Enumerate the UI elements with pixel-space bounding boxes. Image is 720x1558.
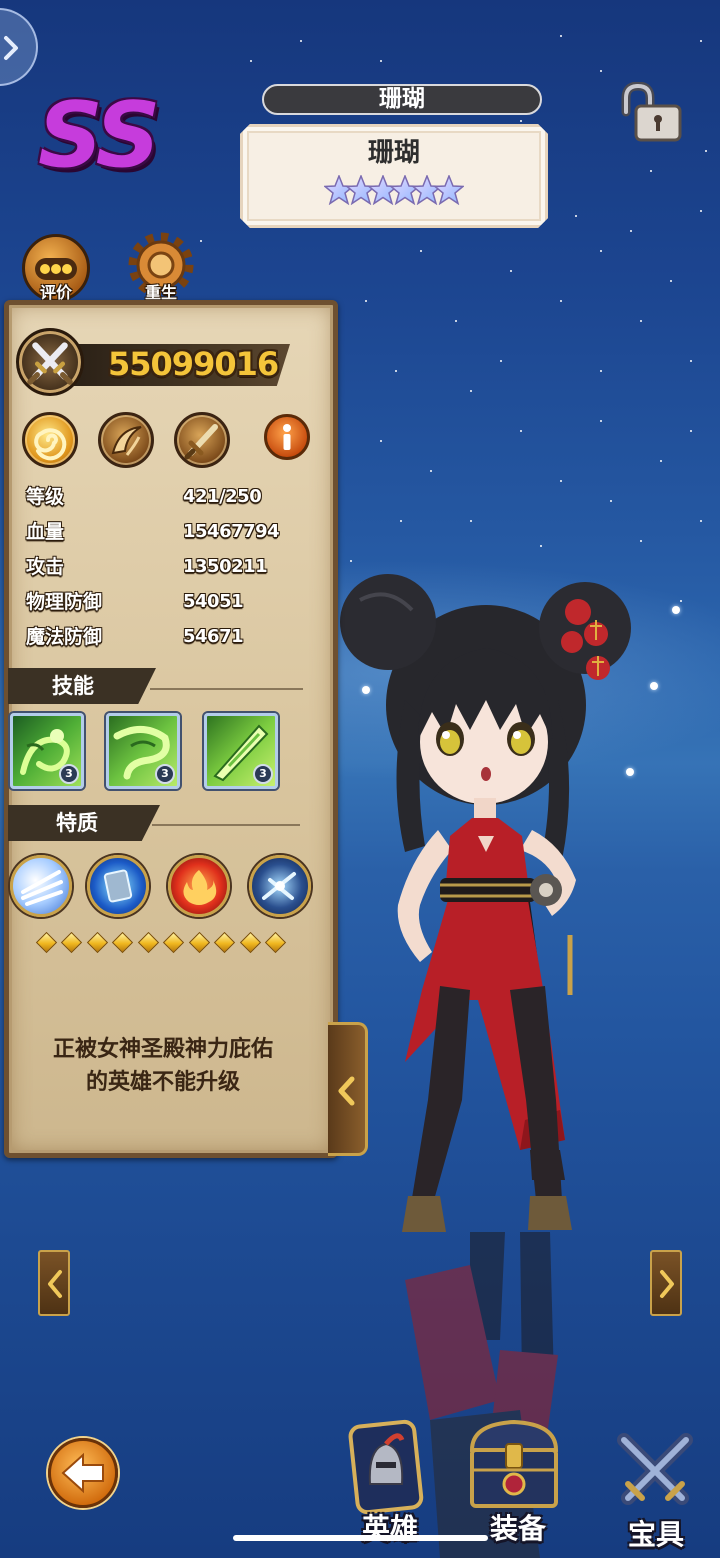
- unlocked-padlock-icon[interactable]: [620, 82, 684, 142]
- sword-icon: [184, 424, 218, 460]
- hero-name-banner: 珊瑚: [262, 84, 542, 115]
- fire-burst-icon: [183, 870, 217, 905]
- crossed-swords-icon: [27, 342, 73, 385]
- nav-equipment[interactable]: [458, 1410, 570, 1518]
- wind-slash-icon: [21, 870, 63, 906]
- divider: [152, 824, 300, 826]
- nav-treasure-label[interactable]: 宝具: [624, 1518, 688, 1552]
- stat-value: 1350211: [183, 556, 268, 577]
- chevron-right-icon: [660, 1270, 674, 1298]
- skill-level-badge: 3: [253, 764, 273, 784]
- crossed-blades-icon: [617, 1433, 693, 1505]
- rank-diamond-icon: [61, 931, 83, 953]
- skills-title: 技能: [52, 674, 94, 698]
- collapse-panel-tab[interactable]: [328, 1022, 368, 1156]
- rank-diamond-icon: [137, 931, 159, 953]
- stat-label: 物理防御: [26, 591, 103, 613]
- stat-label: 等级: [26, 486, 65, 508]
- hero-card-name: 珊瑚: [367, 138, 420, 168]
- stone-tablet-icon: [103, 869, 133, 903]
- rank-diamond-icon: [35, 931, 58, 953]
- class-attribute-button[interactable]: [98, 412, 154, 468]
- rank-diamond-icon: [188, 931, 210, 953]
- chevron-left-icon: [48, 1270, 62, 1298]
- hero-grade: SS: [38, 83, 160, 188]
- nav-treasure[interactable]: [610, 1428, 700, 1518]
- trait-slot-4[interactable]: [249, 855, 311, 917]
- expand-button[interactable]: [0, 8, 38, 86]
- rank-diamond-icon: [213, 931, 236, 953]
- divider: [150, 688, 303, 690]
- skill-level-badge: 3: [155, 764, 175, 784]
- chevron-left-icon: [338, 1076, 355, 1106]
- rank-diamond-icon: [264, 931, 287, 953]
- previous-hero-button[interactable]: [38, 1250, 70, 1316]
- back-button[interactable]: [48, 1438, 118, 1508]
- more-dots-icon: [35, 258, 77, 280]
- rank-diamond-icon: [163, 931, 185, 953]
- home-indicator: [233, 1535, 488, 1541]
- treasure-chest-icon: [469, 1419, 559, 1508]
- traits-title: 特质: [56, 811, 98, 835]
- stat-label: 血量: [26, 521, 65, 543]
- stat-value: 54051: [183, 591, 244, 612]
- skill-slot-1[interactable]: 3: [10, 713, 84, 789]
- nav-hero[interactable]: [346, 1418, 426, 1518]
- info-button[interactable]: [264, 414, 310, 460]
- trait-slot-2[interactable]: [87, 855, 149, 917]
- hero-helmet-icon: [348, 1419, 424, 1515]
- ice-blade-icon: [262, 872, 296, 900]
- upgrade-notice-line: 的英雄不能升级: [85, 1070, 240, 1095]
- hero-detail-screen: SS 珊瑚 珊瑚 评价 重生 55099016 等级 421/250 血量 15…: [0, 0, 720, 1558]
- snow-particle: [672, 606, 680, 614]
- rank-diamond-icon: [239, 931, 261, 953]
- element-attribute-button[interactable]: [22, 412, 78, 468]
- claw-slash-icon: [111, 426, 142, 456]
- nav-equipment-label[interactable]: 装备: [486, 1512, 550, 1546]
- sky-stars: [0, 0, 2, 2]
- stat-label: 魔法防御: [26, 626, 103, 648]
- weapon-attribute-button[interactable]: [174, 412, 230, 468]
- chevron-right-icon: [4, 36, 18, 60]
- skill-slot-3[interactable]: 3: [204, 713, 278, 789]
- trait-slot-1[interactable]: [10, 855, 72, 917]
- rank-diamond-row: [35, 931, 287, 953]
- stat-value: 54671: [183, 626, 244, 647]
- star-icon: [433, 173, 465, 206]
- power-badge: [16, 328, 84, 396]
- back-arrow-icon: [61, 1452, 104, 1494]
- stat-value: 421/250: [183, 486, 262, 507]
- star-rating: [323, 172, 465, 208]
- combat-power-value: 55099016: [108, 345, 279, 383]
- sun-swirl-icon: [34, 428, 67, 461]
- stat-value: 15467794: [183, 521, 280, 542]
- hero-character: [340, 574, 631, 1558]
- trait-slot-3[interactable]: [168, 855, 230, 917]
- info-icon: [283, 424, 291, 450]
- upgrade-notice-line: 正被女神圣殿神力庇佑: [52, 1037, 273, 1062]
- stat-label: 攻击: [26, 556, 65, 578]
- skill-slot-2[interactable]: 3: [106, 713, 180, 789]
- rank-diamond-icon: [112, 931, 134, 953]
- next-hero-button[interactable]: [650, 1250, 682, 1316]
- rank-diamond-icon: [86, 931, 108, 953]
- skill-level-badge: 3: [59, 764, 79, 784]
